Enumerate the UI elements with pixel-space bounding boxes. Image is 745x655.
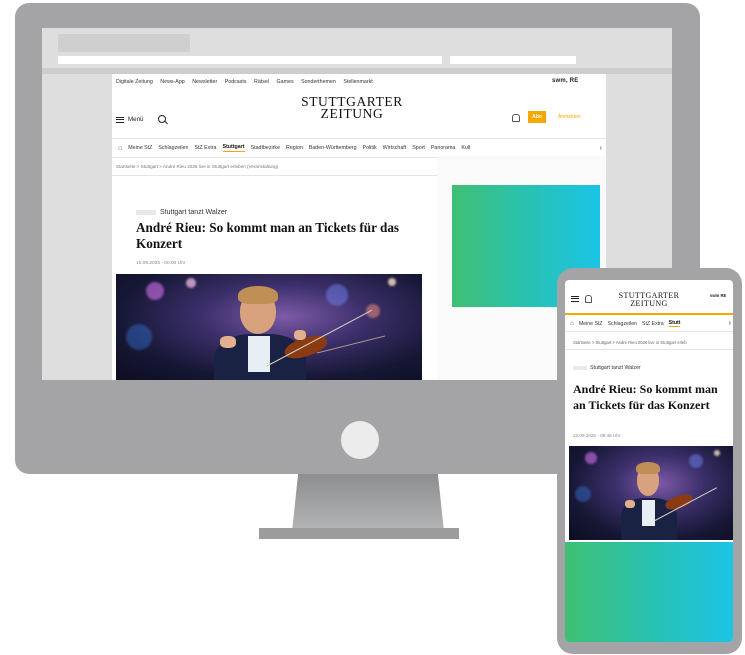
browser-search-bar bbox=[450, 56, 576, 64]
site-logo[interactable]: STUTTGARTER ZEITUNG bbox=[292, 95, 412, 121]
logo-line: ZEITUNG bbox=[630, 298, 668, 308]
publisher-logo[interactable]: swm, RE bbox=[552, 78, 578, 84]
category-item[interactable]: Sport bbox=[412, 145, 425, 151]
concert-photo bbox=[116, 274, 422, 380]
category-item[interactable]: Baden-Württemberg bbox=[309, 145, 357, 151]
bell-icon[interactable] bbox=[512, 114, 520, 122]
category-item[interactable]: Meine StZ bbox=[579, 321, 603, 327]
category-nav: ⌂ Meine StZ Schlagzeilen StZ Extra Stutt… bbox=[565, 316, 733, 332]
monitor-logo-circle bbox=[341, 421, 379, 459]
kicker: Stuttgart tanzt Walzer bbox=[136, 209, 227, 216]
top-nav-link[interactable]: Sonderthemen bbox=[301, 79, 336, 85]
category-item[interactable]: Schlagzeilen bbox=[608, 321, 637, 327]
browser-tab bbox=[58, 34, 190, 52]
category-nav: ⌂ Meine StZ Schlagzeilen StZ Extra Stutt… bbox=[112, 138, 606, 158]
address-bar bbox=[58, 56, 442, 64]
category-item[interactable]: Stadtbezirke bbox=[251, 145, 280, 151]
logo-line: ZEITUNG bbox=[320, 106, 384, 121]
phone-notch bbox=[614, 268, 684, 280]
publisher-logo[interactable]: swm RE bbox=[710, 293, 726, 298]
top-nav-link[interactable]: Stellenmarkt bbox=[343, 79, 372, 85]
menu-label: Menü bbox=[128, 116, 144, 123]
hero-image[interactable] bbox=[116, 274, 422, 380]
divider bbox=[565, 349, 733, 350]
accent-divider bbox=[565, 313, 733, 315]
menu-button[interactable]: Menü bbox=[116, 116, 143, 123]
ad-banner[interactable] bbox=[565, 542, 733, 642]
category-item-active[interactable]: Stutt bbox=[668, 320, 681, 327]
category-item[interactable]: Panorama bbox=[431, 145, 455, 151]
category-item[interactable]: Schlagzeilen bbox=[158, 145, 188, 151]
site-logo[interactable]: STUTTGARTER ZEITUNG bbox=[609, 292, 689, 307]
kicker-text: Stuttgart tanzt Walzer bbox=[160, 209, 228, 216]
category-item[interactable]: StZ Extra bbox=[194, 145, 216, 151]
category-item-active[interactable]: Stuttgart bbox=[222, 144, 245, 152]
article-date: 15.09.2025 - 00:00 Uhr bbox=[136, 261, 186, 266]
kicker-placeholder bbox=[573, 366, 587, 370]
chevron-right-icon[interactable]: › bbox=[726, 320, 731, 327]
concert-photo bbox=[569, 446, 733, 540]
search-icon[interactable] bbox=[158, 115, 166, 123]
top-nav-link[interactable]: News-App bbox=[160, 79, 184, 85]
monitor-stand bbox=[292, 474, 444, 532]
top-nav: Digitale Zeitung News-App Newsletter Pod… bbox=[116, 79, 379, 85]
kicker-text: Stuttgart tanzt Walzer bbox=[590, 365, 641, 371]
abo-button[interactable]: Abo bbox=[528, 111, 546, 123]
divider bbox=[112, 175, 437, 176]
menu-icon bbox=[116, 116, 124, 123]
article-headline: André Rieu: So kommt man an Tickets für … bbox=[136, 220, 400, 251]
category-item[interactable]: Kult bbox=[461, 145, 470, 151]
category-item[interactable]: Wirtschaft bbox=[383, 145, 407, 151]
top-nav-link[interactable]: Games bbox=[277, 79, 294, 85]
hero-image[interactable] bbox=[569, 446, 733, 540]
category-item[interactable]: Meine StZ bbox=[128, 145, 152, 151]
kicker-placeholder bbox=[136, 210, 156, 215]
kicker: Stuttgart tanzt Walzer bbox=[573, 365, 641, 371]
category-item[interactable]: Politik bbox=[363, 145, 377, 151]
article-date: 22.09.2025 - 08:48 Uhr bbox=[573, 433, 621, 438]
home-icon[interactable]: ⌂ bbox=[118, 145, 122, 152]
login-link[interactable]: Anmelden bbox=[558, 114, 581, 120]
top-nav-link[interactable]: Rätsel bbox=[254, 79, 269, 85]
mobile-webpage: STUTTGARTER ZEITUNG swm RE ⌂ Meine StZ S… bbox=[565, 280, 733, 642]
category-item[interactable]: Region bbox=[286, 145, 303, 151]
article-headline: André Rieu: So kommt man an Tickets für … bbox=[573, 382, 718, 412]
top-nav-link[interactable]: Podcasts bbox=[225, 79, 247, 85]
breadcrumb[interactable]: Startseite > Stuttgart > André Rieu 2026… bbox=[116, 164, 278, 169]
home-icon[interactable]: ⌂ bbox=[570, 320, 574, 327]
breadcrumb[interactable]: Startseite > Stuttgart > André Rieu 2026… bbox=[573, 340, 733, 345]
top-nav-link[interactable]: Digitale Zeitung bbox=[116, 79, 153, 85]
category-item[interactable]: StZ Extra bbox=[642, 321, 664, 327]
chevron-right-icon[interactable]: › bbox=[597, 144, 602, 152]
bell-icon[interactable] bbox=[585, 295, 592, 303]
top-nav-link[interactable]: Newsletter bbox=[192, 79, 217, 85]
menu-icon[interactable] bbox=[571, 296, 579, 302]
monitor-base bbox=[259, 528, 459, 539]
